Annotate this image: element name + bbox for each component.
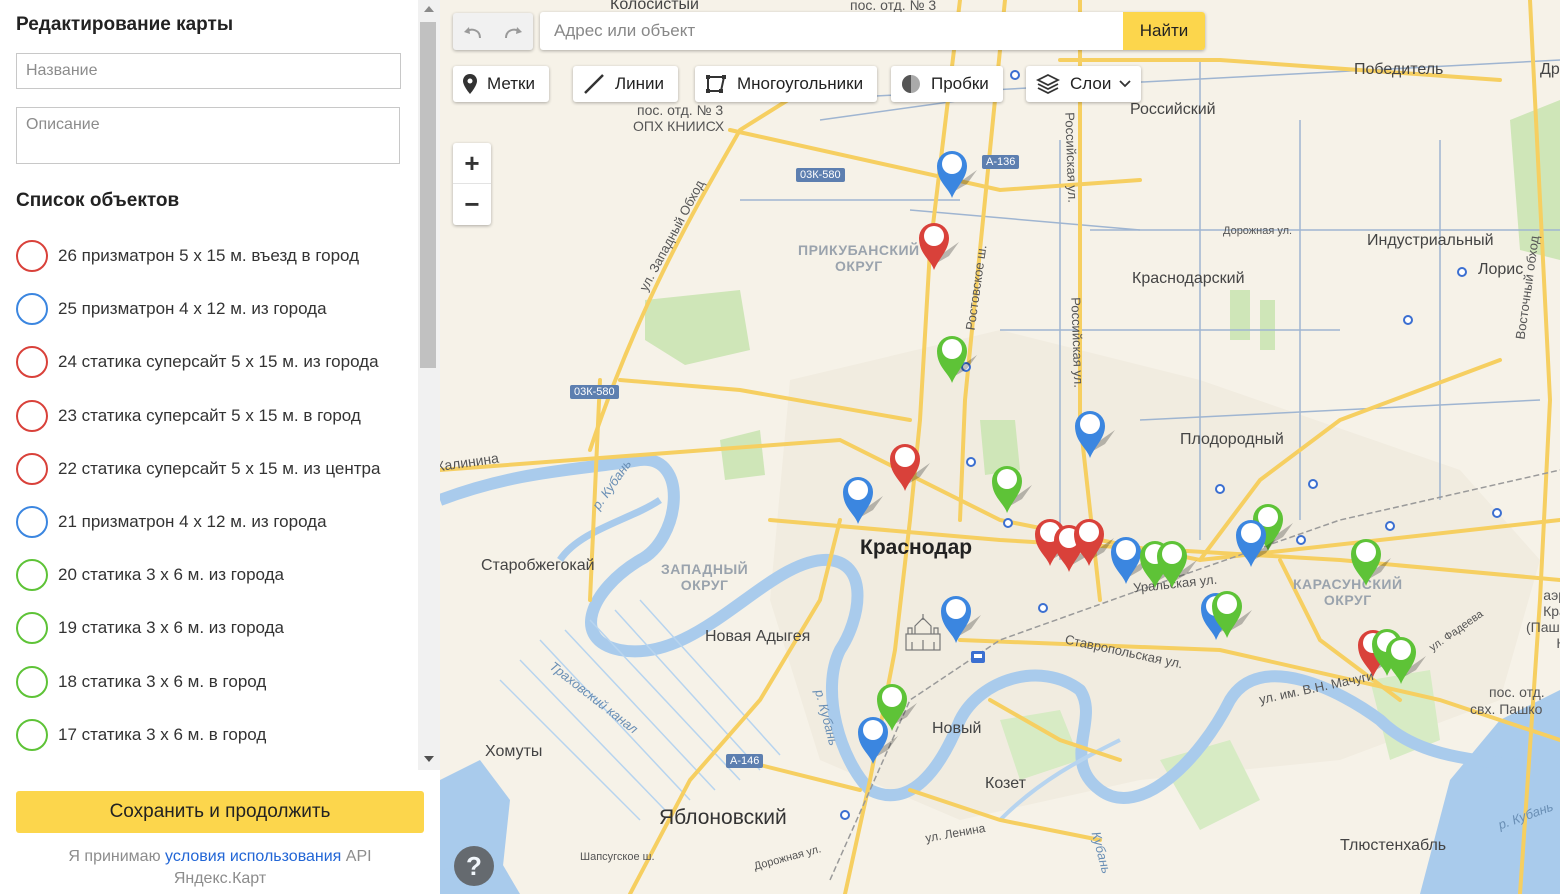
map-placemark[interactable] (937, 151, 977, 198)
lines-tool-label: Линии (615, 74, 665, 93)
object-list-item[interactable]: 26 призматрон 5 х 15 м. въезд в город (16, 240, 411, 293)
object-list-item[interactable]: 25 призматрон 4 х 12 м. из города (16, 293, 411, 346)
object-label: 26 призматрон 5 х 15 м. въезд в город (58, 246, 360, 265)
map-placemark[interactable] (1157, 541, 1197, 588)
object-color-ring-icon (16, 718, 48, 751)
sidebar-title: Редактирование карты (16, 14, 234, 35)
app-window: Редактирование карты Список объектов 26 … (0, 0, 1560, 894)
save-and-continue-button[interactable]: Сохранить и продолжить (16, 791, 424, 833)
layers-icon (1036, 73, 1060, 95)
map-placemark[interactable] (919, 223, 959, 270)
polygon-icon (706, 75, 726, 93)
redo-button[interactable] (493, 13, 533, 50)
object-list-item[interactable]: 22 статика суперсайт 5 х 15 м. из центра (16, 452, 411, 506)
map-placemark[interactable] (937, 336, 977, 383)
object-label: 24 статика суперсайт 5 х 15 м. из города (58, 352, 379, 372)
scrollbar-thumb[interactable] (420, 22, 436, 368)
map-editor-sidebar: Редактирование карты Список объектов 26 … (0, 0, 440, 894)
layers-dropdown[interactable]: Слои (1026, 66, 1142, 102)
undo-icon (464, 26, 481, 38)
map-name-input[interactable] (16, 53, 401, 89)
object-color-ring-icon (16, 452, 48, 485)
object-color-ring-icon (16, 559, 48, 592)
map-placemark[interactable] (1386, 637, 1426, 684)
zoom-control: + − (453, 143, 491, 225)
object-list-item[interactable]: 24 статика суперсайт 5 х 15 м. из города (16, 346, 411, 399)
scroll-down-arrow-icon[interactable] (424, 756, 434, 762)
map-description-input[interactable] (16, 107, 400, 164)
placemarks-tool-button[interactable]: Метки (453, 66, 549, 102)
zoom-in-button[interactable]: + (453, 143, 491, 184)
line-icon (584, 74, 604, 94)
traffic-button[interactable]: Пробки (891, 66, 1003, 102)
object-label: 25 призматрон 4 х 12 м. из города (58, 299, 327, 319)
map-placemark[interactable] (992, 466, 1032, 513)
object-list: 26 призматрон 5 х 15 м. въезд в город 25 … (16, 240, 411, 770)
object-label: 17 статика 3 х 6 м. в город (58, 724, 267, 744)
traffic-icon (902, 75, 920, 93)
object-list-item[interactable]: 21 призматрон 4 х 12 м. из города (16, 505, 411, 559)
object-label: 21 призматрон 4 х 12 м. из города (58, 511, 327, 531)
object-color-ring-icon (16, 612, 48, 645)
traffic-label: Пробки (931, 74, 989, 93)
terms-notice: Я принимаю условия использования API Янд… (30, 846, 410, 890)
object-list-item[interactable]: 23 статика суперсайт 5 х 15 м. в город (16, 399, 411, 453)
polygons-tool-label: Многоугольники (737, 74, 864, 93)
object-color-ring-icon (16, 505, 48, 538)
placemark-icon (463, 74, 477, 94)
object-label: 18 статика 3 х 6 м. в город (58, 671, 267, 691)
scroll-up-arrow-icon[interactable] (424, 6, 434, 12)
map-placemark[interactable] (1075, 411, 1115, 458)
placemarks-tool-label: Метки (487, 74, 535, 93)
layers-label: Слои (1070, 74, 1112, 93)
chevron-down-icon (1119, 80, 1131, 88)
object-color-ring-icon (16, 346, 48, 379)
object-label: 19 статика 3 х 6 м. из города (58, 618, 284, 638)
terms-prefix: Я принимаю (68, 848, 166, 865)
object-label: 23 статика суперсайт 5 х 15 м. в город (58, 405, 361, 425)
undo-redo-group (453, 13, 533, 50)
object-list-item[interactable]: 19 статика 3 х 6 м. из города (16, 612, 411, 665)
zoom-out-button[interactable]: − (453, 184, 491, 225)
object-color-ring-icon (16, 399, 48, 432)
lines-tool-button[interactable]: Линии (573, 66, 679, 102)
address-search-input[interactable] (540, 12, 1123, 50)
object-color-ring-icon (16, 665, 48, 698)
object-list-item[interactable]: 18 статика 3 х 6 м. в город (16, 665, 411, 719)
map-placemark[interactable] (890, 444, 930, 491)
map-canvas[interactable]: Колосистый пос. отд. № 3 пос. отд. № 3 О… (440, 0, 1560, 894)
help-button[interactable]: ? (454, 846, 494, 886)
placemarks-layer[interactable] (440, 0, 1560, 894)
undo-button[interactable] (453, 13, 493, 50)
map-placemark[interactable] (843, 477, 883, 524)
redo-icon (505, 26, 522, 38)
object-color-ring-icon (16, 240, 48, 272)
map-placemark[interactable] (941, 596, 981, 643)
map-placemark[interactable] (1351, 539, 1391, 586)
sidebar-scroll-area[interactable]: Редактирование карты Список объектов 26 … (0, 0, 418, 770)
terms-of-use-link[interactable]: условия использования (165, 848, 341, 865)
object-list-item[interactable]: 20 статика 3 х 6 м. из города (16, 559, 411, 612)
find-button[interactable]: Найти (1123, 12, 1205, 50)
polygons-tool-button[interactable]: Многоугольники (695, 66, 878, 102)
search-box: Найти (540, 12, 1205, 50)
object-list-item[interactable]: 17 статика 3 х 6 м. в город (16, 718, 411, 770)
object-list-title: Список объектов (16, 190, 180, 211)
sidebar-scrollbar[interactable] (418, 0, 440, 770)
object-label: 22 статика суперсайт 5 х 15 м. из центра (58, 458, 381, 478)
object-color-ring-icon (16, 293, 48, 326)
object-label: 20 статика 3 х 6 м. из города (58, 565, 284, 585)
